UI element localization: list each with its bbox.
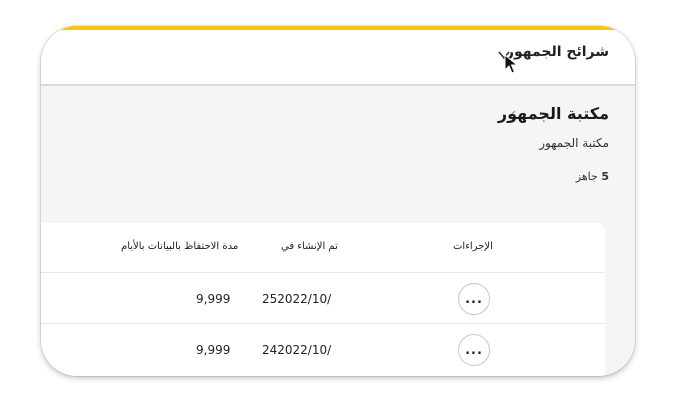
ready-count: 5 جاهز [576, 170, 609, 183]
cell-retention: 9,999 [196, 343, 231, 357]
cell-created: 242022/10/ [262, 343, 332, 357]
more-actions-button[interactable]: ... [458, 283, 490, 315]
header-bar: شرائح الجمهور [41, 30, 635, 86]
row-divider [41, 323, 605, 324]
audience-table: الإجراءات تم الإنشاء في مدة الاحتفاظ بال… [41, 223, 605, 376]
header-title[interactable]: شرائح الجمهور [506, 44, 609, 60]
column-header-retention: مدة الاحتفاظ بالبيانات بالأيام [121, 241, 239, 252]
column-header-actions: الإجراءات [453, 241, 493, 252]
ready-count-label: جاهز [575, 170, 598, 183]
mouse-pointer-icon [504, 54, 518, 74]
page-title: مكتبة الجمهور [497, 104, 609, 123]
cell-created: 252022/10/ [262, 292, 332, 306]
app-window: شرائح الجمهور مكتبة الجمهور مكتبة الجمهو… [41, 26, 635, 376]
more-actions-button[interactable]: ... [458, 334, 490, 366]
cell-retention: 9,999 [196, 292, 231, 306]
row-divider [41, 272, 605, 273]
ready-count-number: 5 [601, 170, 609, 183]
page-subtitle: مكتبة الجمهور [539, 136, 609, 150]
column-header-created: تم الإنشاء في [281, 241, 338, 252]
